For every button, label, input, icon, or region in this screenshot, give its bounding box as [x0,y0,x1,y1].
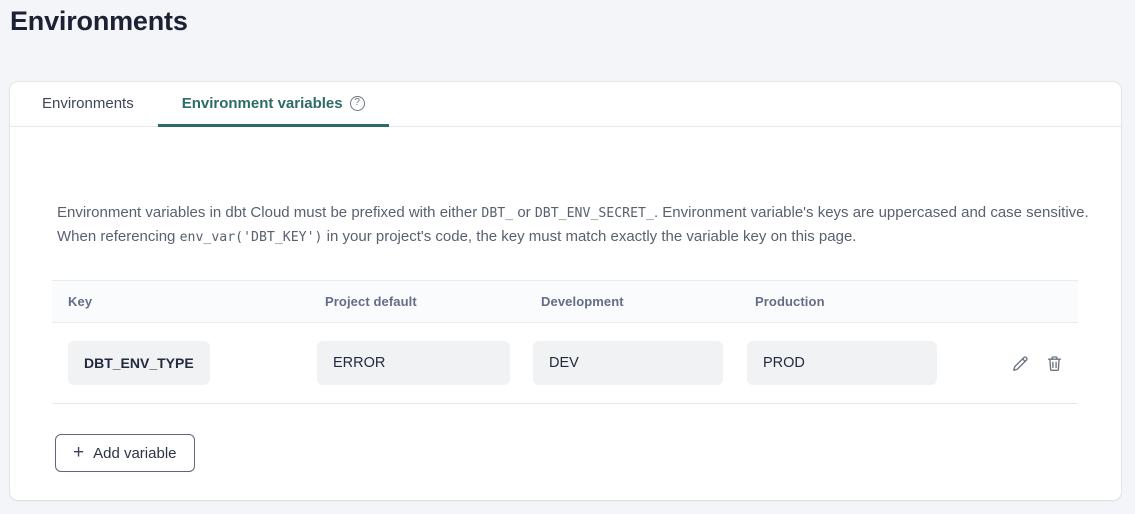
help-icon[interactable]: ? [350,96,365,111]
description-text-segment: Environment variables in dbt Cloud must … [57,204,481,221]
description-line-1: Environment variables in dbt Cloud must … [57,202,1081,226]
page-title: Environments [10,6,188,37]
column-header-development: Development [533,294,747,309]
code-env-var-example: env_var('DBT_KEY') [180,230,323,245]
description-line-2: When referencing env_var('DBT_KEY') in y… [57,226,1081,250]
column-header-key: Key [52,294,317,309]
tab-environment-variables[interactable]: Environment variables ? [158,82,389,127]
environment-variables-card: Environments Environment variables ? Env… [10,82,1121,500]
cell-key: DBT_ENV_TYPE [52,341,317,385]
tab-environments[interactable]: Environments [18,82,158,127]
tab-environment-variables-label: Environment variables [182,95,343,112]
tab-environments-label: Environments [42,95,134,112]
column-header-production: Production [747,294,993,309]
description-text-segment: . Environment variable's keys are upperc… [654,204,1089,221]
row-actions [993,354,1078,373]
description-text-segment: in your project's code, the key must mat… [323,228,857,245]
add-variable-label: Add variable [93,445,176,462]
add-variable-button[interactable]: + Add variable [55,434,195,472]
cell-production: PROD [747,341,993,385]
plus-icon: + [73,443,84,462]
trash-icon [1045,354,1064,373]
delete-button[interactable] [1045,354,1064,373]
pencil-icon [1011,354,1030,373]
cell-development: DEV [533,341,747,385]
code-dbt-env-secret-prefix: DBT_ENV_SECRET_ [535,206,654,221]
table-header-row: Key Project default Development Producti… [52,280,1078,323]
project-default-value: ERROR [317,341,510,385]
environment-variables-table: Key Project default Development Producti… [52,280,1078,404]
description-text: Environment variables in dbt Cloud must … [57,202,1081,249]
tab-bar: Environments Environment variables ? [10,82,1121,127]
development-value: DEV [533,341,723,385]
cell-project-default: ERROR [317,341,533,385]
production-value: PROD [747,341,937,385]
code-dbt-prefix: DBT_ [481,206,513,221]
edit-button[interactable] [1011,354,1030,373]
variable-key-value: DBT_ENV_TYPE [68,341,210,385]
column-header-project-default: Project default [317,294,533,309]
table-row: DBT_ENV_TYPE ERROR DEV PROD [52,323,1078,404]
description-text-segment: or [513,204,535,221]
description-text-segment: When referencing [57,228,180,245]
